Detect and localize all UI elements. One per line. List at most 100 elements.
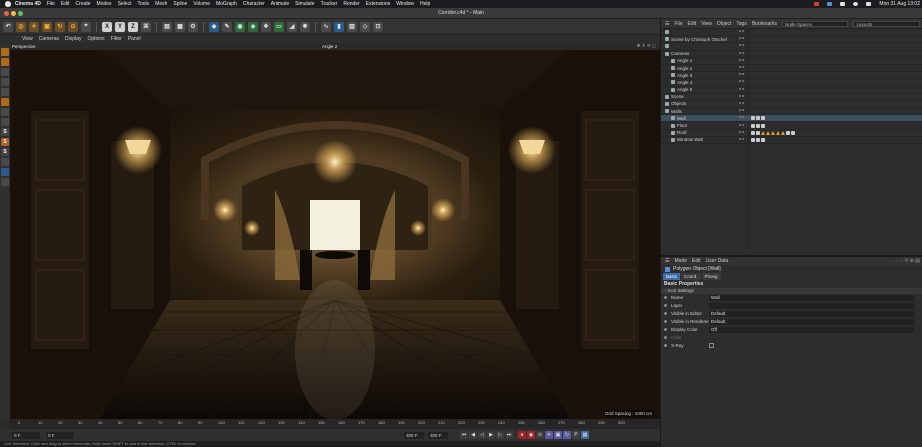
menu-9[interactable]: MoGraph [216, 1, 237, 7]
move-icon[interactable]: ✛ [29, 21, 39, 32]
visibility-toggles[interactable] [739, 58, 745, 63]
render-view-icon[interactable]: ▤ [162, 21, 172, 32]
om-menu-edit[interactable]: Edit [688, 21, 697, 27]
texture-icon[interactable]: ▥ [347, 21, 357, 32]
keyframe-selection-icon[interactable]: ⊙ [536, 431, 544, 439]
object-row[interactable]: Walls [661, 108, 922, 116]
menu-10[interactable]: Character [243, 1, 265, 7]
visibility-toggles[interactable] [739, 37, 745, 41]
visibility-toggles[interactable] [739, 87, 745, 92]
am-menu-mode[interactable]: Mode [674, 258, 687, 264]
am-menu-userdata[interactable]: User Data [706, 258, 729, 264]
menu-16[interactable]: Window [396, 1, 414, 7]
visibility-toggles[interactable] [739, 30, 745, 34]
y-axis-button[interactable]: Y [115, 21, 125, 32]
timeline-ruler[interactable]: 0 10 20 30 40 50 60 70 80 90 100 110 120 130 140 150 160… [10, 419, 660, 429]
visibility-toggles[interactable] [739, 101, 745, 106]
menu-3[interactable]: Modes [97, 1, 112, 7]
polygons-mode-icon[interactable] [1, 88, 9, 96]
object-row[interactable]: Angle 4 [661, 79, 922, 87]
animate-key-icon[interactable] [664, 336, 667, 339]
menu-4[interactable]: Select [118, 1, 132, 7]
menu-2[interactable]: Create [76, 1, 91, 7]
material-tag-icon[interactable] [786, 130, 790, 135]
rotate-icon[interactable]: ↻ [55, 21, 65, 32]
uv-mode-icon[interactable] [1, 98, 9, 106]
subdivision-icon[interactable]: ◉ [235, 21, 245, 32]
spline-icon[interactable]: ∿ [321, 21, 331, 32]
menu-17[interactable]: Help [420, 1, 430, 7]
x-axis-button[interactable]: X [102, 21, 112, 32]
object-row[interactable]: Angle 2 [661, 65, 922, 73]
lock-icon[interactable]: ⊡ [373, 21, 383, 32]
menu-icon[interactable]: ☰ [665, 21, 669, 27]
object-row[interactable]: Cameras [661, 51, 922, 58]
node-space-select[interactable]: Node Spaces [781, 20, 849, 27]
property-value[interactable]: Default [709, 319, 914, 325]
menu-1[interactable]: Edit [61, 1, 70, 7]
tab-coord[interactable]: Coord. [681, 273, 701, 280]
tab-basic[interactable]: Basic [663, 273, 681, 280]
material-tag-icon[interactable] [761, 130, 765, 135]
object-row[interactable]: Roof [661, 130, 922, 137]
parameter-key-icon[interactable]: P [572, 431, 580, 439]
om-menu-tags[interactable]: Tags [736, 21, 747, 27]
object-tags[interactable] [751, 116, 765, 121]
axis-mode-icon[interactable] [1, 108, 9, 116]
solo-hierarchy-icon[interactable]: S [1, 148, 9, 156]
search-icon[interactable] [866, 2, 872, 6]
scale-key-icon[interactable]: ▣ [554, 431, 562, 439]
position-key-icon[interactable]: ✛ [545, 431, 553, 439]
material-tag-icon[interactable] [791, 130, 795, 135]
clock[interactable]: Mon 31 Aug 13:02 [879, 1, 920, 7]
property-value[interactable]: Default [709, 311, 914, 317]
viewport-menu-0[interactable]: View [22, 36, 33, 42]
viewport-menu-5[interactable]: Panel [128, 36, 141, 42]
polygon-mode-icon[interactable]: ◇ [360, 21, 370, 32]
menu-12[interactable]: Simulate [295, 1, 314, 7]
material-tag-icon[interactable] [756, 137, 760, 142]
tweak-mode-icon[interactable] [1, 118, 9, 126]
visibility-toggles[interactable] [739, 123, 745, 128]
viewport-menu-2[interactable]: Display [65, 36, 81, 42]
record-icon[interactable] [814, 2, 820, 6]
visibility-toggles[interactable] [739, 116, 745, 120]
visibility-toggles[interactable] [739, 109, 745, 113]
viewport-menu-3[interactable]: Options [87, 36, 104, 42]
layout-select[interactable]: Layouts [853, 20, 920, 27]
material-tag-icon[interactable] [751, 116, 755, 121]
go-to-start-icon[interactable]: ⏮ [460, 431, 468, 439]
object-row[interactable]: Angle 5 [661, 87, 922, 94]
grid-icon[interactable] [1, 168, 9, 176]
material-tag-icon[interactable] [761, 116, 765, 121]
apple-icon[interactable] [5, 1, 11, 7]
object-row[interactable] [661, 43, 922, 51]
object-row[interactable]: Scene [661, 94, 922, 101]
wifi-icon[interactable] [853, 2, 859, 6]
autokey-icon[interactable]: ◉ [527, 431, 535, 439]
previous-key-icon[interactable]: ◀ [469, 431, 477, 439]
animate-key-icon[interactable] [664, 320, 667, 323]
material-tag-icon[interactable] [751, 130, 755, 135]
object-row[interactable] [661, 29, 922, 37]
object-row[interactable]: Window Wall [661, 137, 922, 144]
material-tag-icon[interactable] [776, 130, 780, 135]
visibility-toggles[interactable] [739, 51, 745, 56]
object-row[interactable]: Angle 3 [661, 72, 922, 80]
object-row[interactable]: Objects [661, 101, 922, 109]
rotation-key-icon[interactable]: ↻ [563, 431, 571, 439]
property-value[interactable]: Wall [709, 295, 914, 301]
render-picture-viewer-icon[interactable]: ▦ [175, 21, 185, 32]
viewport-menu-4[interactable]: Filter [111, 36, 122, 42]
visibility-toggles[interactable] [739, 94, 745, 99]
points-mode-icon[interactable] [1, 68, 9, 76]
menu-11[interactable]: Animate [271, 1, 289, 7]
visibility-toggles[interactable] [739, 80, 745, 84]
deformer-icon[interactable]: ❖ [261, 21, 271, 32]
material-tag-icon[interactable] [751, 123, 755, 128]
next-frame-icon[interactable]: ▷ [496, 431, 504, 439]
xray-checkbox[interactable] [709, 343, 714, 348]
dropbox-icon[interactable] [827, 2, 833, 6]
record-keys-icon[interactable]: ● [518, 431, 526, 439]
animate-key-icon[interactable] [664, 304, 667, 307]
